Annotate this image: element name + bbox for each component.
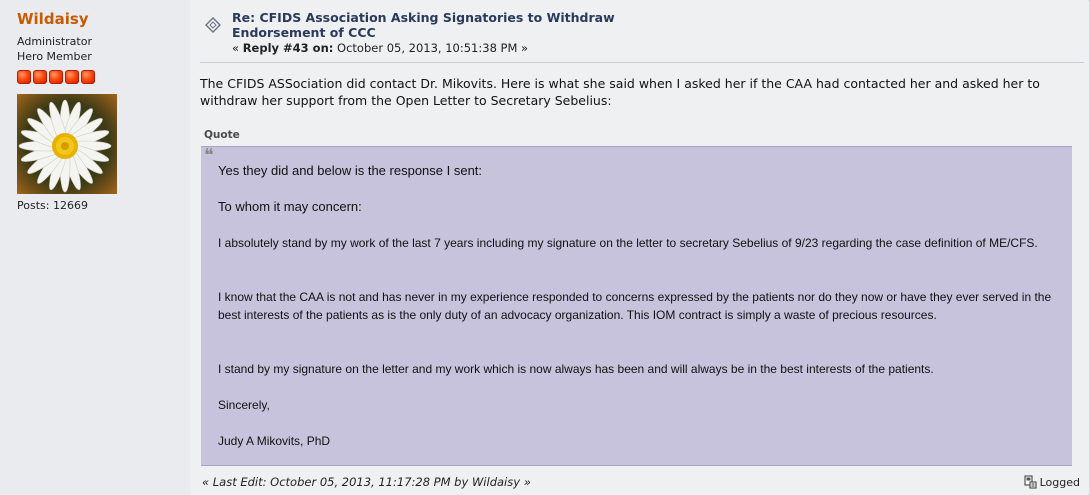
quote-paragraph: I absolutely stand by my work of the las… [218,236,1038,250]
post-divider [200,62,1084,63]
poster-rank: Hero Member [17,50,92,63]
post-subject-line2: Endorsement of CCC [232,25,376,40]
quote-box: ❝ Yes they did and below is the response… [201,146,1072,466]
reply-info: « Reply #43 on: October 05, 2013, 10:51:… [232,41,528,55]
last-edit: « Last Edit: October 05, 2013, 11:17:28 … [202,475,531,489]
rank-star-icon [17,70,31,84]
rank-star-icon [65,70,79,84]
post-main: Re: CFIDS Association Asking Signatories… [190,0,1088,495]
reply-number: Reply #43 on: [242,41,334,55]
quote-paragraph: Judy A Mikovits, PhD [218,434,331,448]
quote-paragraph: Yes they did and below is the response I… [218,163,483,178]
quote-paragraph: I stand by my signature on the letter an… [218,362,934,376]
reply-date: October 05, 2013, 10:51:38 PM » [333,41,529,55]
logged-icon [1024,475,1037,489]
quote-paragraph: Sincerely, [218,398,270,412]
rank-star-icon [81,70,95,84]
daisy-avatar-icon [17,94,117,194]
post-subject-line1: Re: CFIDS Association Asking Signatories… [232,10,615,25]
post-subject-link[interactable]: Re: CFIDS Association Asking Signatories… [232,10,632,40]
poster-post-count: Posts: 12669 [17,199,88,212]
topic-icon [205,17,221,33]
reply-prefix: « [232,41,243,55]
quote-paragraph: To whom it may concern: [218,199,362,214]
poster-role: Administrator [17,35,92,48]
poster-info: Wildaisy Administrator Hero Member Posts… [0,0,190,495]
rank-star-icon [33,70,47,84]
post-body: The CFIDS ASSociation did contact Dr. Mi… [200,76,1040,108]
quote-paragraph: I know that the CAA is not and has never… [218,290,1052,322]
logged-label: Logged [1039,475,1080,489]
quote-mark-icon: ❝ [204,145,214,166]
poster-name-link[interactable]: Wildaisy [17,10,89,28]
rank-stars [17,70,95,84]
logged-indicator: Logged [1024,475,1080,489]
avatar [17,94,117,194]
rank-star-icon [49,70,63,84]
quote-header: Quote [204,129,240,141]
